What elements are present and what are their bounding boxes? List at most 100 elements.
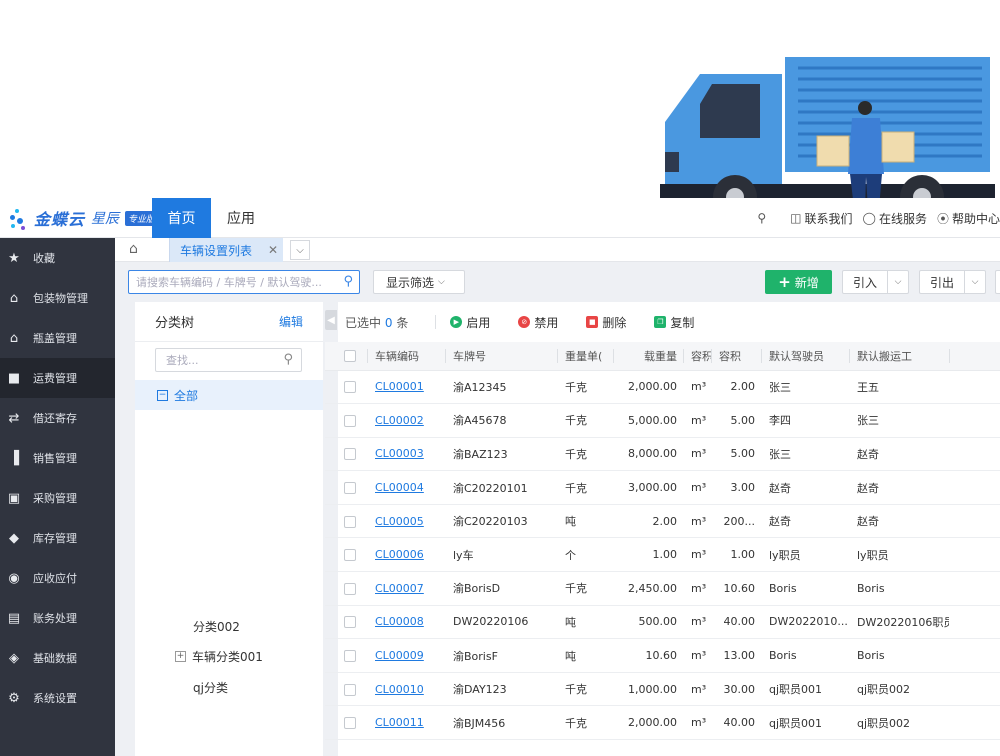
sidebar-item[interactable]: ◉ 应收应付 <box>0 558 115 598</box>
cell-vol: 200... <box>711 504 761 539</box>
row-checkbox[interactable] <box>325 537 367 573</box>
sidebar-item[interactable]: ▤ 账务处理 <box>0 598 115 638</box>
column-header[interactable]: 重量单( <box>557 342 613 371</box>
tree-edit-link[interactable]: 编辑 <box>279 313 303 330</box>
sidebar-item[interactable]: ▐ 销售管理 <box>0 438 115 478</box>
select-all-checkbox[interactable] <box>325 342 367 371</box>
cell-load: 2,000.00 <box>613 705 683 741</box>
table-row[interactable]: CL00001 渝A12345 千克 2,000.00 m³ 2.00 张三 王五 <box>325 370 1000 405</box>
disable-button[interactable]: ⊘ 禁用 <box>518 314 558 331</box>
contact-us-link[interactable]: ◫ 联系我们 <box>790 210 852 227</box>
enable-button[interactable]: ▶ 启用 <box>450 314 490 331</box>
collapse-icon[interactable]: − <box>157 389 168 401</box>
online-service-link[interactable]: ◯ 在线服务 <box>863 210 927 227</box>
table-row[interactable]: CL00002 渝A45678 千克 5,000.00 m³ 5.00 李四 张三 <box>325 403 1000 438</box>
add-label: 新增 <box>794 275 819 290</box>
row-checkbox[interactable] <box>325 638 367 673</box>
tree-node-vehicle-category-001[interactable]: + 车辆分类001 <box>175 648 263 665</box>
vehicle-code-link[interactable]: CL00001 <box>367 370 445 405</box>
sidebar-item[interactable]: ■ 运费管理 <box>0 358 115 398</box>
sidebar-item[interactable]: ⇄ 借还寄存 <box>0 398 115 438</box>
table-row[interactable]: CL00007 渝BorisD 千克 2,450.00 m³ 10.60 Boris Bori… <box>325 571 1000 606</box>
vehicle-code-link[interactable]: CL00002 <box>367 403 445 438</box>
tab-more-button[interactable]: ⌵ <box>290 240 310 260</box>
vehicle-code-link[interactable]: CL00008 <box>367 605 445 640</box>
help-center-link[interactable]: ⦿ 帮助中心 <box>937 210 1000 227</box>
nav-apps-tab[interactable]: 应用 <box>216 198 266 238</box>
copy-button[interactable]: ❐ 复制 <box>654 314 694 331</box>
search-icon[interactable]: ⚲ <box>757 211 766 225</box>
chevron-down-icon[interactable]: ⌵ <box>888 271 908 293</box>
tab-vehicle-settings[interactable]: 车辆设置列表 ✕ <box>169 238 283 262</box>
close-icon[interactable]: ✕ <box>268 243 278 257</box>
tree-node-qj-category[interactable]: qj分类 <box>193 679 228 696</box>
chat-icon: ◫ <box>790 211 802 225</box>
sidebar-item[interactable]: ⌂ 瓶盖管理 <box>0 318 115 358</box>
row-checkbox[interactable] <box>325 470 367 505</box>
nav-home-tab[interactable]: 首页 <box>152 198 211 238</box>
search-input[interactable]: 请搜索车辆编码 / 车牌号 / 默认驾驶... ⚲ <box>128 270 360 294</box>
row-checkbox[interactable] <box>325 672 367 707</box>
tree-search-input[interactable]: 查找... ⚲ <box>155 348 302 372</box>
vehicle-code-link[interactable]: CL00004 <box>367 470 445 505</box>
more-button[interactable] <box>995 270 1000 294</box>
sidebar-item[interactable]: ★ 收藏 <box>0 238 115 278</box>
tree-node-all[interactable]: − 全部 <box>135 380 323 410</box>
sidebar-item[interactable]: ⌂ 包装物管理 <box>0 278 115 318</box>
collapse-tree-handle[interactable]: ◀ <box>325 310 337 330</box>
row-checkbox[interactable] <box>325 504 367 539</box>
chevron-down-icon[interactable]: ⌵ <box>965 271 985 293</box>
sidebar-item[interactable]: ◆ 库存管理 <box>0 518 115 558</box>
category-tree-panel: 分类树 编辑 查找... ⚲ − 全部 分类002 + 车辆分类001 qj分类 <box>135 302 323 756</box>
row-checkbox[interactable] <box>325 571 367 606</box>
vehicle-code-link[interactable]: CL00011 <box>367 705 445 741</box>
vehicle-code-link[interactable]: CL00010 <box>367 672 445 707</box>
table-row[interactable]: CL00009 渝BorisF 吨 10.60 m³ 13.00 Boris Boris <box>325 638 1000 673</box>
vehicle-code-link[interactable]: CL00009 <box>367 638 445 673</box>
show-filter-button[interactable]: 显示筛选 ⌵ <box>373 270 465 294</box>
cell-driver: 张三 <box>761 370 849 405</box>
vehicle-code-link[interactable]: CL00007 <box>367 571 445 606</box>
table-row[interactable]: CL00004 渝C20220101 千克 3,000.00 m³ 3.00 赵奇 赵奇 <box>325 470 1000 505</box>
tab-bar: ⌂ 车辆设置列表 ✕ ⌵ <box>115 238 1000 262</box>
cell-load: 10.60 <box>613 638 683 673</box>
expand-icon[interactable]: + <box>175 651 186 662</box>
column-header[interactable]: 车牌号 <box>445 342 557 371</box>
import-button[interactable]: 引入 ⌵ <box>842 270 910 294</box>
column-header[interactable]: 载重量 <box>613 342 683 371</box>
column-header[interactable]: 默认驾驶员 <box>761 342 849 371</box>
row-checkbox[interactable] <box>325 605 367 640</box>
row-checkbox[interactable] <box>325 370 367 405</box>
column-header[interactable]: 容积 <box>683 342 711 371</box>
table-row[interactable]: CL00005 渝C20220103 吨 2.00 m³ 200... 赵奇 赵奇 <box>325 504 1000 539</box>
table-row[interactable]: CL00010 渝DAY123 千克 1,000.00 m³ 30.00 qj职员001 qj… <box>325 672 1000 707</box>
vehicle-code-link[interactable]: CL00005 <box>367 504 445 539</box>
column-header[interactable]: 车辆编码 <box>367 342 445 371</box>
export-button[interactable]: 引出 ⌵ <box>919 270 987 294</box>
table-row[interactable]: CL00008 DW20220106 吨 500.00 m³ 40.00 DW2022010… <box>325 605 1000 640</box>
vehicle-code-link[interactable]: CL00006 <box>367 537 445 573</box>
sidebar-item[interactable]: ▣ 采购管理 <box>0 478 115 518</box>
search-icon[interactable]: ⚲ <box>283 352 293 367</box>
cell-load: 8,000.00 <box>613 437 683 472</box>
column-header[interactable] <box>949 342 1000 371</box>
add-button[interactable]: + 新增 <box>765 270 832 294</box>
column-header[interactable]: 默认搬运工 <box>849 342 949 371</box>
brand-product: 星辰 <box>91 211 120 227</box>
home-icon[interactable]: ⌂ <box>129 241 138 257</box>
selection-number: 0 <box>384 315 393 330</box>
table-row[interactable]: CL00011 渝BJM456 千克 2,000.00 m³ 40.00 qj职员001 qj… <box>325 705 1000 741</box>
vehicle-code-link[interactable]: CL00003 <box>367 437 445 472</box>
sidebar-item[interactable]: ⚙ 系统设置 <box>0 678 115 718</box>
column-header[interactable]: 容积 <box>711 342 761 371</box>
sidebar-item[interactable]: ◈ 基础数据 <box>0 638 115 678</box>
table-row[interactable]: CL00006 ly车个 1.00 m³ 1.00 ly职员 ly职员 <box>325 537 1000 573</box>
row-checkbox[interactable] <box>325 705 367 741</box>
tree-node-category-002[interactable]: 分类002 <box>193 618 240 635</box>
search-icon[interactable]: ⚲ <box>343 274 353 289</box>
cell-vunit: m³ <box>683 537 711 573</box>
table-row[interactable]: CL00003 渝BAZ123 千克 8,000.00 m³ 5.00 张三 赵奇 <box>325 437 1000 472</box>
row-checkbox[interactable] <box>325 403 367 438</box>
row-checkbox[interactable] <box>325 437 367 472</box>
delete-button[interactable]: ■ 删除 <box>586 314 626 331</box>
